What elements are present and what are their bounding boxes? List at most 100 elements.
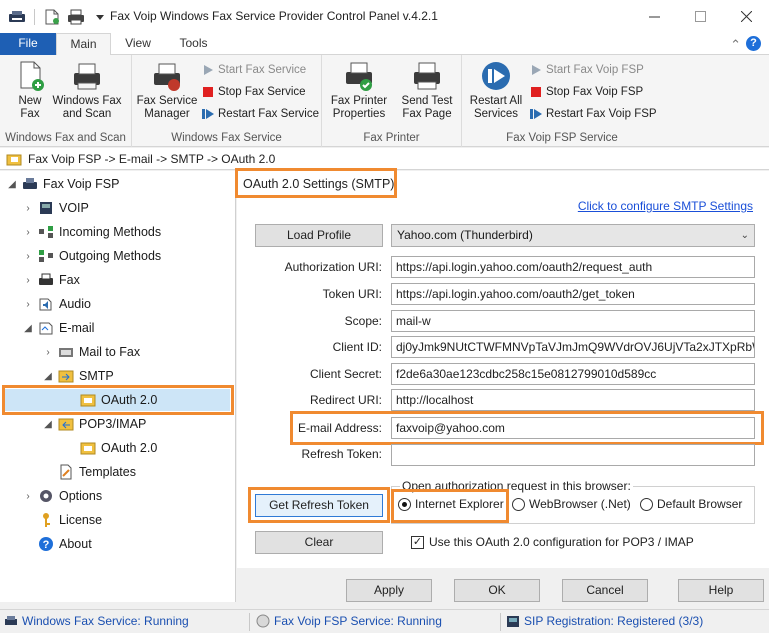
tab-view[interactable]: View	[113, 33, 163, 55]
tree-item-pop3-imap[interactable]: ◢ POP3/IMAP	[42, 413, 146, 435]
auth-uri-field[interactable]: https://api.login.yahoo.com/oauth2/reque…	[391, 256, 755, 278]
chevron-right-icon[interactable]: ›	[42, 347, 54, 358]
get-refresh-token-button[interactable]: Get Refresh Token	[255, 494, 383, 517]
status-bar: Windows Fax Service: Running Fax Voip FS…	[0, 609, 769, 633]
chevron-right-icon[interactable]: ›	[22, 227, 34, 238]
new-doc-icon[interactable]	[43, 9, 61, 25]
maximize-icon[interactable]	[677, 0, 723, 33]
client-id-label: Client ID:	[332, 340, 382, 354]
tree-item-outgoing-methods[interactable]: › Outgoing Methods	[22, 245, 161, 267]
stop-fax-voip-fsp-button[interactable]: Stop Fax Voip FSP	[530, 82, 643, 102]
tree-item-options[interactable]: › Options	[22, 485, 102, 507]
chevron-right-icon[interactable]: ›	[22, 299, 34, 310]
chevron-right-icon[interactable]: ›	[22, 251, 34, 262]
tree-item-fax-voip-fsp[interactable]: ◢ Fax Voip FSP	[6, 173, 119, 195]
ribbon-group-label: Windows Fax Service	[171, 132, 282, 144]
restart-fax-service-label: Restart Fax Service	[218, 108, 319, 120]
ribbon-group-fax-printer: Fax Printer Properties Send Test Fax Pag…	[322, 55, 462, 147]
chevron-down-icon: ⌄	[740, 230, 749, 241]
status-fax-service[interactable]: Windows Fax Service: Running	[4, 614, 189, 628]
tree-item-label: About	[59, 537, 92, 551]
fax-service-manager-button[interactable]: Fax Service Manager	[136, 59, 198, 121]
chevron-right-icon[interactable]: ›	[22, 491, 34, 502]
status-sip[interactable]: SIP Registration: Registered (3/3)	[506, 614, 703, 628]
redirect-uri-field[interactable]: http://localhost	[391, 389, 755, 411]
help-icon[interactable]: ?	[746, 36, 761, 51]
scope-field[interactable]: mail-w	[391, 310, 755, 332]
close-icon[interactable]	[723, 0, 769, 33]
send-test-fax-button[interactable]: Send Test Fax Page	[396, 59, 458, 121]
apply-button[interactable]: Apply	[346, 579, 432, 602]
restart-fax-service-button[interactable]: Restart Fax Service	[202, 104, 319, 124]
tree-item-about[interactable]: ? About	[38, 533, 92, 555]
email-icon	[39, 322, 53, 335]
radio-default-browser[interactable]: Default Browser	[640, 497, 742, 511]
tree-item-email[interactable]: ◢ E-mail	[22, 317, 94, 339]
clear-button[interactable]: Clear	[255, 531, 383, 554]
fax-printer-properties-button[interactable]: Fax Printer Properties	[326, 59, 392, 121]
restart-all-icon	[482, 62, 510, 90]
collapse-ribbon-icon[interactable]: ⌃	[730, 37, 741, 53]
start-fax-voip-fsp-button[interactable]: Start Fax Voip FSP	[530, 60, 644, 80]
radio-icon	[512, 497, 525, 511]
tree-item-voip[interactable]: › VOIP	[22, 197, 89, 219]
chevron-right-icon[interactable]: ›	[22, 275, 34, 286]
configure-smtp-link[interactable]: Click to configure SMTP Settings	[578, 199, 753, 213]
status-fsp-service[interactable]: Fax Voip FSP Service: Running	[256, 614, 442, 628]
chevron-down-icon[interactable]: ◢	[42, 371, 54, 382]
app-icon[interactable]	[8, 9, 26, 25]
start-fax-service-button[interactable]: Start Fax Service	[202, 60, 306, 80]
template-icon	[60, 464, 72, 480]
new-fax-button[interactable]: New Fax	[8, 59, 52, 121]
profile-select[interactable]: Yahoo.com (Thunderbird) ⌄	[391, 224, 755, 247]
minimize-icon[interactable]	[631, 0, 677, 33]
tree-item-incoming-methods[interactable]: › Incoming Methods	[22, 221, 161, 243]
email-field[interactable]: faxvoip@yahoo.com	[391, 417, 755, 439]
radio-internet-explorer[interactable]: Internet Explorer	[398, 497, 504, 511]
stop-fax-service-button[interactable]: Stop Fax Service	[202, 82, 306, 102]
tree-item-templates[interactable]: Templates	[58, 461, 136, 483]
tab-file[interactable]: File	[0, 33, 56, 55]
tree-item-pop3-oauth[interactable]: OAuth 2.0	[80, 437, 157, 459]
ok-button[interactable]: OK	[454, 579, 540, 602]
oauth-settings-panel: OAuth 2.0 Settings (SMTP) Click to confi…	[235, 168, 769, 568]
tab-main[interactable]: Main	[56, 33, 111, 56]
tree-item-fax[interactable]: › Fax	[22, 269, 80, 291]
tree-item-audio[interactable]: › Audio	[22, 293, 91, 315]
client-secret-field[interactable]: f2de6a30ae123cdbc258c15e0812799010d589cc	[391, 363, 755, 385]
scope-label: Scope:	[344, 314, 382, 328]
client-id-field[interactable]: dj0yJmk9NUtCTWFMNVpTaVJmJmQ9WVdrOVJ6UjVT…	[391, 336, 755, 358]
tree-item-label: Mail to Fax	[79, 345, 141, 359]
use-for-pop3-checkbox[interactable]: ✓ Use this OAuth 2.0 configuration for P…	[411, 535, 694, 549]
fax-service-manager-icon	[154, 63, 180, 91]
chevron-down-icon[interactable]: ◢	[6, 179, 18, 190]
cancel-button[interactable]: Cancel	[562, 579, 648, 602]
tree-item-mail-to-fax[interactable]: › Mail to Fax	[42, 341, 140, 363]
chevron-right-icon[interactable]: ›	[22, 203, 34, 214]
refresh-token-field[interactable]	[391, 444, 755, 466]
printer-icon[interactable]	[67, 9, 85, 25]
inbox-icon	[58, 418, 74, 431]
dialog-button-bar: Apply OK Cancel Help	[237, 568, 769, 602]
ribbon-group-label: Fax Printer	[363, 132, 420, 144]
printer-check-icon	[346, 62, 372, 91]
help-button[interactable]: Help	[678, 579, 764, 602]
tab-tools[interactable]: Tools	[166, 33, 221, 55]
tree-item-smtp[interactable]: ◢ SMTP	[42, 365, 114, 387]
tree-item-license[interactable]: License	[38, 509, 102, 531]
tree-item-smtp-oauth[interactable]: OAuth 2.0	[4, 389, 230, 411]
ribbon-group-label: Fax Voip FSP Service	[506, 132, 618, 144]
windows-fax-scan-button[interactable]: Windows Fax and Scan	[50, 59, 124, 121]
token-uri-field[interactable]: https://api.login.yahoo.com/oauth2/get_t…	[391, 283, 755, 305]
chevron-down-icon[interactable]: ◢	[22, 323, 34, 334]
tree-item-label: POP3/IMAP	[79, 417, 147, 431]
audio-icon	[39, 298, 52, 311]
chevron-down-icon[interactable]: ◢	[42, 419, 54, 430]
radio-icon	[640, 497, 653, 511]
outbox-icon	[58, 370, 74, 383]
restart-all-services-button[interactable]: Restart All Services	[464, 59, 528, 121]
radio-webbrowser-net[interactable]: WebBrowser (.Net)	[512, 497, 631, 511]
dropdown-icon[interactable]	[91, 9, 109, 25]
restart-fax-voip-fsp-button[interactable]: Restart Fax Voip FSP	[530, 104, 657, 124]
load-profile-button[interactable]: Load Profile	[255, 224, 383, 247]
